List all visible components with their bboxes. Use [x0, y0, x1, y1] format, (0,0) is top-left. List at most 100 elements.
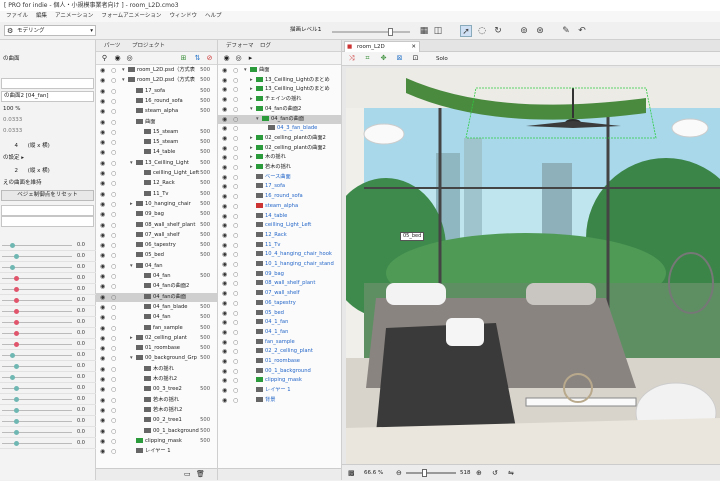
parts-row[interactable]: ◉ ○ steam_alpha 500 — [96, 107, 218, 117]
solo-toggle[interactable]: Solo — [436, 54, 448, 64]
eye-icon[interactable]: ◉ — [100, 138, 105, 148]
tab-project[interactable]: プロジェクト — [132, 42, 165, 51]
parameter-row[interactable]: 0.0 — [0, 262, 96, 273]
eye-toggle-icon[interactable]: ◉ — [221, 53, 232, 64]
parts-row[interactable]: ◉ ○ ▾ 13_Ceilling_Light 500 — [96, 159, 218, 169]
deformer-row[interactable]: ◉ ○ 02_2_celling_plant — [218, 347, 342, 357]
eye-icon[interactable]: ◉ — [222, 134, 227, 144]
eye-icon[interactable]: ◉ — [100, 396, 105, 406]
lock-circle-icon[interactable]: ○ — [233, 347, 238, 357]
menu-item[interactable]: ウィンドウ — [165, 11, 201, 22]
lock-circle-icon[interactable]: ○ — [111, 282, 116, 292]
lock-circle-icon[interactable]: ○ — [233, 105, 238, 115]
parameter-slider[interactable] — [2, 278, 72, 279]
lock-circle-icon[interactable]: ○ — [111, 447, 116, 457]
lock-circle-icon[interactable]: ○ — [233, 328, 238, 338]
lock-circle-icon[interactable]: ○ — [233, 279, 238, 289]
parts-row[interactable]: ◉ ○ 00_3_tree2 500 — [96, 385, 218, 395]
eye-icon[interactable]: ◉ — [222, 231, 227, 241]
keyform-dot[interactable] — [14, 386, 19, 391]
eye-icon[interactable]: ◉ — [222, 270, 227, 280]
zoom-slider[interactable] — [406, 472, 456, 474]
filter-icon[interactable]: ⚲ — [99, 53, 110, 64]
mesh-tool-icon[interactable]: ⌗ — [362, 53, 373, 64]
eye-icon[interactable]: ◉ — [222, 66, 227, 76]
lock-circle-icon[interactable]: ○ — [111, 334, 116, 344]
parameter-slider[interactable] — [2, 344, 72, 345]
parts-row[interactable]: ◉ ○ 15_steam 500 — [96, 138, 218, 148]
deformer-row[interactable]: ◉ ○ レイヤー 1 — [218, 386, 342, 396]
deformer-row[interactable]: ◉ ○ 05_bed — [218, 309, 342, 319]
parameter-row[interactable]: 0.0 — [0, 251, 96, 262]
lock-circle-icon[interactable]: ○ — [111, 190, 116, 200]
reset-bezier-button[interactable]: ベジェ制御点をリセット — [1, 190, 94, 201]
lock-circle-icon[interactable]: ○ — [111, 87, 116, 97]
lock-circle-icon[interactable]: ○ — [233, 144, 238, 154]
eye-icon[interactable]: ◉ — [222, 386, 227, 396]
lock-circle-icon[interactable]: ○ — [111, 66, 116, 76]
parts-row[interactable]: ◉ ○ 04_fan 500 — [96, 272, 218, 282]
lock-circle-icon[interactable]: ○ — [233, 134, 238, 144]
frame-icon[interactable]: ⊠ — [394, 53, 405, 64]
parameter-row[interactable]: 0.0 — [0, 273, 96, 284]
lock-circle-icon[interactable]: ○ — [111, 303, 116, 313]
parameter-row[interactable]: 0.0 — [0, 361, 96, 372]
parts-row[interactable]: ◉ ○ 07_wall_shelf 500 — [96, 231, 218, 241]
lock-circle-icon[interactable]: ○ — [233, 124, 238, 134]
eye-icon[interactable]: ◉ — [100, 241, 105, 251]
eye-icon[interactable]: ◉ — [222, 367, 227, 377]
lock-circle-icon[interactable]: ○ — [233, 95, 238, 105]
eye-icon[interactable]: ◉ — [100, 179, 105, 189]
pin-tool-icon[interactable]: ✥ — [378, 53, 389, 64]
keyform-dot[interactable] — [10, 353, 15, 358]
deformer-row[interactable]: ◉ ○ 04_1_fan — [218, 328, 342, 338]
lock-circle-icon[interactable]: ○ — [111, 365, 116, 375]
eye-icon[interactable]: ◉ — [100, 190, 105, 200]
parameter-slider[interactable] — [2, 432, 72, 433]
zoom-out-icon[interactable]: ⊖ — [396, 465, 402, 481]
eye-icon[interactable]: ◉ — [100, 221, 105, 231]
select-arrow-icon[interactable]: ➚ — [460, 25, 472, 37]
eye-icon[interactable]: ◉ — [222, 338, 227, 348]
parts-row[interactable]: ◉ ○ 04_fan_blade 500 — [96, 303, 218, 313]
parameter-row[interactable]: 0.0 — [0, 339, 96, 350]
deformer-row[interactable]: ◉ ○ 10_4_hanging_chair_hook — [218, 250, 342, 260]
lock-circle-icon[interactable]: ○ — [233, 386, 238, 396]
keyform-dot[interactable] — [10, 265, 15, 270]
lock-circle-icon[interactable]: ○ — [111, 231, 116, 241]
deformer-row[interactable]: ◉ ○ ▾ 04_fanの曲面2 — [218, 105, 342, 115]
flip-icon[interactable]: ⇋ — [508, 465, 514, 481]
deformer-row[interactable]: ◉ ○ ▾ 04_fanの曲面 — [218, 114, 342, 124]
lock-circle-icon[interactable]: ○ — [233, 182, 238, 192]
lock-circle-icon[interactable]: ○ — [111, 354, 116, 364]
eye-icon[interactable]: ◉ — [222, 124, 227, 134]
eye-icon[interactable]: ◉ — [100, 76, 105, 86]
deformer-row[interactable]: ◉ ○ ▾ 曲面 — [218, 66, 342, 76]
eye-icon[interactable]: ◉ — [222, 85, 227, 95]
parameter-slider[interactable] — [2, 388, 72, 389]
lock-circle-icon[interactable]: ○ — [111, 76, 116, 86]
deformer-row[interactable]: ◉ ○ 10_1_hanging_chair_stand — [218, 260, 342, 270]
new-part-icon[interactable]: ⊞ — [178, 53, 189, 64]
deformer-row[interactable]: ◉ ○ steam_alpha — [218, 202, 342, 212]
eye-icon[interactable]: ◉ — [222, 95, 227, 105]
lock-circle-icon[interactable]: ○ — [111, 97, 116, 107]
parameter-row[interactable]: 0.0 — [0, 405, 96, 416]
lock-circle-icon[interactable]: ○ — [233, 202, 238, 212]
lock-circle-icon[interactable]: ○ — [111, 241, 116, 251]
eye-icon[interactable]: ◉ — [100, 427, 105, 437]
parts-row[interactable]: ◉ ○ ▸ 02_celling_plant 500 — [96, 334, 218, 344]
lock-circle-icon[interactable]: ○ — [111, 128, 116, 138]
parts-row[interactable]: ◉ ○ 15_steam 500 — [96, 128, 218, 138]
lock-circle-icon[interactable]: ○ — [233, 270, 238, 280]
keyform-dot[interactable] — [14, 331, 19, 336]
blank-field-1[interactable] — [1, 205, 94, 216]
keyform-dot[interactable] — [14, 430, 19, 435]
eye-icon[interactable]: ◉ — [100, 118, 105, 128]
eye-icon[interactable]: ◉ — [222, 76, 227, 86]
eye-icon[interactable]: ◉ — [100, 87, 105, 97]
eye-icon[interactable]: ◉ — [222, 153, 227, 163]
eye-icon[interactable]: ◉ — [222, 250, 227, 260]
deformer-row[interactable]: ◉ ○ 背景 — [218, 396, 342, 406]
lock-circle-icon[interactable]: ○ — [111, 138, 116, 148]
